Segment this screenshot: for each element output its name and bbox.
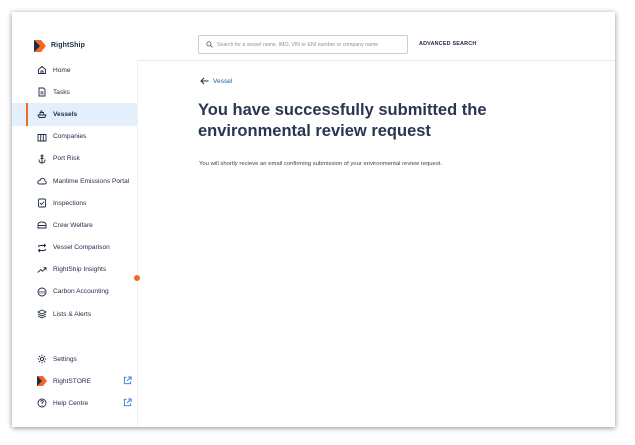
advanced-search-button[interactable]: ADVANCED SEARCH — [419, 41, 476, 47]
sidebar-item-label: Companies — [53, 133, 87, 141]
sidebar-item-inspections[interactable]: Inspections — [12, 192, 137, 214]
confirmation-message: You will shortly recieve an email confir… — [199, 161, 443, 167]
external-link-icon[interactable] — [123, 398, 132, 407]
home-icon — [37, 65, 47, 75]
sidebar-item-home[interactable]: Home — [12, 59, 137, 81]
sidebar-item-port-risk[interactable]: Port Risk — [12, 148, 137, 170]
back-link[interactable]: Vessel — [200, 77, 232, 85]
trend-icon — [37, 265, 47, 275]
layers-icon — [37, 309, 47, 319]
sidebar-item-label: Home — [53, 66, 71, 74]
search-input[interactable] — [217, 41, 402, 48]
cloud-icon — [37, 176, 47, 186]
rightship-logo-icon — [34, 39, 46, 52]
sidebar-item-label: Inspections — [53, 199, 87, 207]
sidebar-collapse-button[interactable] — [134, 275, 140, 281]
crew-icon — [37, 220, 47, 230]
sidebar-item-label: Help Centre — [53, 399, 89, 407]
sidebar-item-carbon-accounting[interactable]: CO2 Carbon Accounting — [12, 281, 137, 303]
gear-icon — [37, 354, 47, 364]
sidebar-item-label: RightSTORE — [53, 377, 91, 385]
svg-text:CO2: CO2 — [39, 290, 46, 294]
sidebar-item-label: Crew Welfare — [53, 221, 93, 229]
rightship-logo-icon — [37, 376, 47, 387]
sidebar-item-rightstore[interactable]: RightSTORE — [12, 370, 137, 392]
top-bar: ADVANCED SEARCH — [137, 12, 615, 61]
sidebar-nav: Home Tasks Vessels Companies Port Risk M… — [12, 59, 137, 325]
anchor-icon — [37, 154, 47, 164]
sidebar-item-crew-welfare[interactable]: Crew Welfare — [12, 214, 137, 236]
sidebar-item-label: RightShip Insights — [53, 266, 107, 274]
page-title: You have successfully submitted the envi… — [198, 101, 487, 140]
brand-logo[interactable]: RightShip — [34, 39, 85, 52]
building-icon — [37, 132, 47, 142]
sidebar-item-vessel-comparison[interactable]: Vessel Comparison — [12, 237, 137, 259]
search-box[interactable] — [198, 35, 408, 54]
ship-icon — [37, 109, 47, 119]
help-icon — [37, 398, 47, 408]
sidebar-item-label: Vessels — [53, 110, 78, 118]
sidebar-item-label: Maritime Emissions Portal — [53, 177, 130, 185]
sidebar: RightShip Home Tasks Vessels Companies P… — [12, 12, 140, 427]
sidebar-item-label: Settings — [53, 355, 77, 363]
external-link-icon[interactable] — [123, 376, 132, 385]
back-link-label: Vessel — [213, 77, 233, 85]
sidebar-item-label: Tasks — [53, 88, 70, 96]
sidebar-item-companies[interactable]: Companies — [12, 126, 137, 148]
brand-name: RightShip — [51, 41, 85, 49]
sidebar-item-lists-alerts[interactable]: Lists & Alerts — [12, 303, 137, 325]
sidebar-item-vessels[interactable]: Vessels — [12, 103, 137, 126]
sidebar-item-label: Port Risk — [53, 155, 80, 163]
sidebar-bottom: Settings RightSTORE Help Centre — [12, 348, 137, 415]
tasks-icon — [37, 87, 47, 97]
sidebar-item-settings[interactable]: Settings — [12, 348, 137, 370]
sidebar-item-label: Carbon Accounting — [53, 288, 109, 296]
app-window: RightShip Home Tasks Vessels Companies P… — [12, 12, 615, 427]
compare-icon — [37, 243, 47, 253]
inspection-icon — [37, 198, 47, 208]
sidebar-item-tasks[interactable]: Tasks — [12, 81, 137, 103]
sidebar-item-maritime-emissions-portal[interactable]: Maritime Emissions Portal — [12, 170, 137, 192]
sidebar-item-label: Vessel Comparison — [53, 244, 110, 252]
search-icon — [206, 41, 213, 48]
co2-icon: CO2 — [37, 287, 47, 297]
arrow-left-icon — [200, 77, 209, 85]
sidebar-item-label: Lists & Alerts — [53, 310, 92, 318]
sidebar-item-rightship-insights[interactable]: RightShip Insights — [12, 259, 137, 281]
sidebar-item-help-centre[interactable]: Help Centre — [12, 392, 137, 414]
